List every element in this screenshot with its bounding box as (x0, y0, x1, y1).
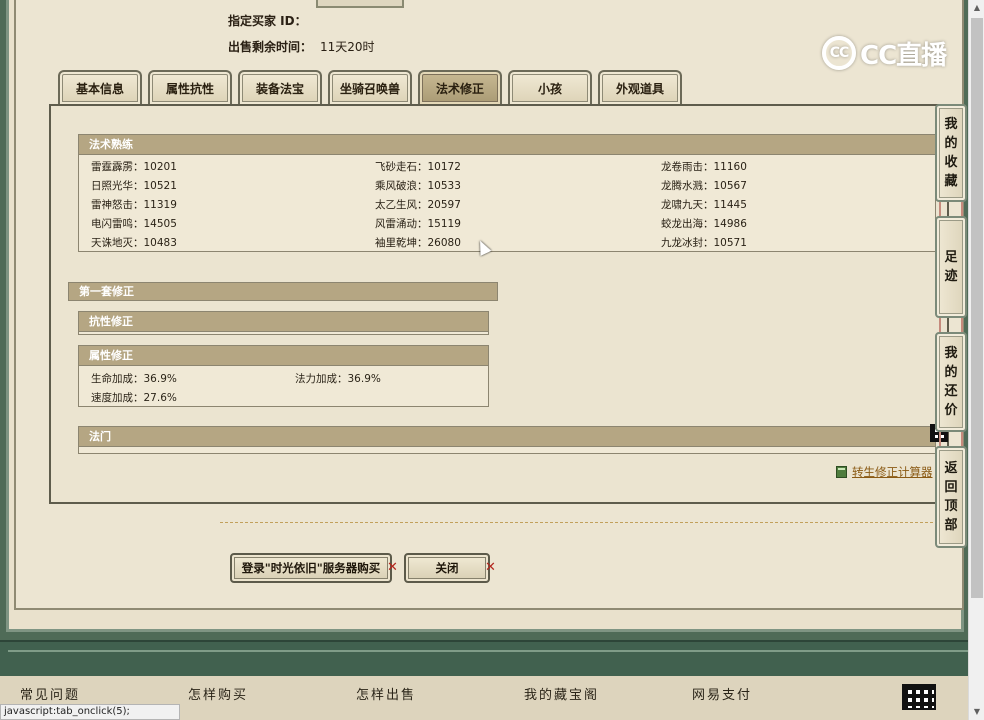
close-x-icon: ✕ (387, 560, 398, 575)
attr-entry: 速度加成：27.6% (91, 392, 177, 404)
skill-entry: 龙啸九天：11445 (661, 199, 747, 211)
tab-child[interactable]: 小孩 (508, 70, 592, 104)
nav-char: 足 (944, 250, 958, 265)
footer-link-how-to-buy[interactable]: 怎样购买 (188, 684, 248, 703)
attribute-correction-section: 属性修正 生命加成：36.9% 法力加成：36.9% 速度加成：27.6% (78, 345, 489, 407)
attr-entry: 生命加成：36.9% (91, 373, 177, 385)
top-frame-stub (316, 0, 404, 8)
button-label: 登录"时光依旧"服务器购买 (241, 561, 381, 575)
correction-set-title: 第一套修正 (68, 282, 498, 301)
close-button[interactable]: 关闭 (404, 553, 490, 583)
nav-char: 的 (944, 365, 958, 380)
my-favorites-button[interactable]: 我 的 收 藏 (935, 104, 967, 202)
attr-entry: 法力加成：36.9% (295, 373, 381, 385)
nav-connector (939, 202, 963, 216)
nav-char: 回 (944, 480, 958, 495)
skill-entry: 雷神怒击：11319 (91, 199, 177, 211)
skill-entry: 九龙冰封：10571 (661, 237, 747, 249)
cc-logo-text: CC直播 (860, 40, 947, 71)
browser-status-bar: javascript:tab_onclick(5); (0, 704, 180, 720)
skill-entry: 太乙生风：20597 (375, 199, 461, 211)
tab-appearance-items[interactable]: 外观道具 (598, 70, 682, 104)
tab-label: 小孩 (537, 81, 562, 96)
skill-entry: 日照光华：10521 (91, 180, 177, 192)
footer-link-how-to-sell[interactable]: 怎样出售 (356, 684, 416, 703)
tab-spell-correction[interactable]: 法术修正 (418, 70, 502, 104)
nav-char: 收 (944, 155, 958, 170)
divider (220, 522, 948, 523)
tab-basic-info[interactable]: 基本信息 (58, 70, 142, 104)
remaining-time-label: 出售剩余时间： (228, 40, 313, 54)
section-title: 法门 (79, 427, 935, 447)
tab-label: 外观道具 (615, 81, 664, 96)
skill-entry: 乘风破浪：10533 (375, 180, 461, 192)
cc-live-watermark: CC CC直播 (822, 34, 952, 72)
nav-char: 部 (944, 518, 958, 533)
skill-entry: 电闪雷鸣：14505 (91, 218, 177, 230)
spell-proficiency-section: 法术熟练 雷霆霹雳：10201 飞砂走石：10172 龙卷雨击：11160 日照… (78, 134, 936, 252)
nav-char: 迹 (944, 269, 958, 284)
scroll-thumb[interactable] (971, 18, 983, 598)
skill-entry: 龙卷雨击：11160 (661, 161, 747, 173)
nav-char: 我 (944, 346, 958, 361)
skill-entry: 龙腾水溅：10567 (661, 180, 747, 192)
remaining-time-row: 出售剩余时间： 11天20时 (228, 38, 375, 55)
nav-char: 顶 (944, 499, 958, 514)
buyer-id-row: 指定买家 ID： (228, 12, 315, 29)
footer-divider-strip (0, 640, 968, 676)
buyer-id-label: 指定买家 ID： (228, 14, 307, 28)
footer-link-faq[interactable]: 常见问题 (20, 684, 80, 703)
tab-attributes-resist[interactable]: 属性抗性 (148, 70, 232, 104)
tab-label: 属性抗性 (165, 81, 214, 96)
my-counter-offer-button[interactable]: 我 的 还 价 (935, 332, 967, 432)
vertical-scrollbar[interactable]: ▲ ▼ (968, 0, 984, 720)
fa-men-section: 法门 (78, 426, 936, 454)
skill-entry: 天诛地灭：10483 (91, 237, 177, 249)
tab-mounts-summons[interactable]: 坐骑召唤兽 (328, 70, 412, 104)
nav-char: 的 (944, 136, 958, 151)
footer-link-my-treasure[interactable]: 我的藏宝阁 (524, 684, 599, 703)
login-buy-button[interactable]: 登录"时光依旧"服务器购买 (230, 553, 392, 583)
skill-entry: 雷霆霹雳：10201 (91, 161, 177, 173)
section-title: 法术熟练 (79, 135, 935, 155)
nav-connector (939, 432, 963, 446)
skill-entry: 蛟龙出海：14986 (661, 218, 747, 230)
skill-entry: 袖里乾坤：26080 (375, 237, 461, 249)
rebirth-calculator-link[interactable]: 转生修正计算器 (836, 464, 933, 480)
close-x-icon: ✕ (485, 560, 496, 575)
calculator-icon (836, 466, 847, 478)
footprint-button[interactable]: 足 迹 (935, 216, 967, 318)
tab-label: 装备法宝 (255, 81, 304, 96)
tab-label: 基本信息 (75, 81, 124, 96)
resist-correction-section: 抗性修正 (78, 311, 489, 335)
footer-link-netease-pay[interactable]: 网易支付 (692, 684, 752, 703)
nav-connector (939, 318, 963, 332)
section-title: 属性修正 (79, 346, 488, 366)
scroll-up-arrow-icon[interactable]: ▲ (969, 0, 984, 16)
nav-char: 藏 (944, 174, 958, 189)
button-label: 关闭 (435, 561, 459, 575)
tab-equipment[interactable]: 装备法宝 (238, 70, 322, 104)
tab-label: 坐骑召唤兽 (339, 81, 400, 96)
remaining-time-value: 11天20时 (320, 40, 375, 54)
detail-tabs: 基本信息 属性抗性 装备法宝 坐骑召唤兽 法术修正 小孩 外观道具 (58, 70, 682, 104)
back-to-top-button[interactable]: 返 回 顶 部 (935, 446, 967, 548)
nav-char: 价 (944, 403, 958, 418)
calculator-link-label: 转生修正计算器 (852, 465, 933, 479)
cc-logo-icon: CC (822, 36, 856, 70)
nav-char: 返 (944, 461, 958, 476)
section-title: 抗性修正 (79, 312, 488, 332)
tab-label: 法术修正 (435, 81, 484, 96)
scroll-down-arrow-icon[interactable]: ▼ (969, 704, 984, 720)
skill-entry: 飞砂走石：10172 (375, 161, 461, 173)
nav-char: 还 (944, 384, 958, 399)
nav-char: 我 (944, 117, 958, 132)
skill-entry: 风雷涌动：15119 (375, 218, 461, 230)
footer-qr-code (902, 684, 936, 710)
